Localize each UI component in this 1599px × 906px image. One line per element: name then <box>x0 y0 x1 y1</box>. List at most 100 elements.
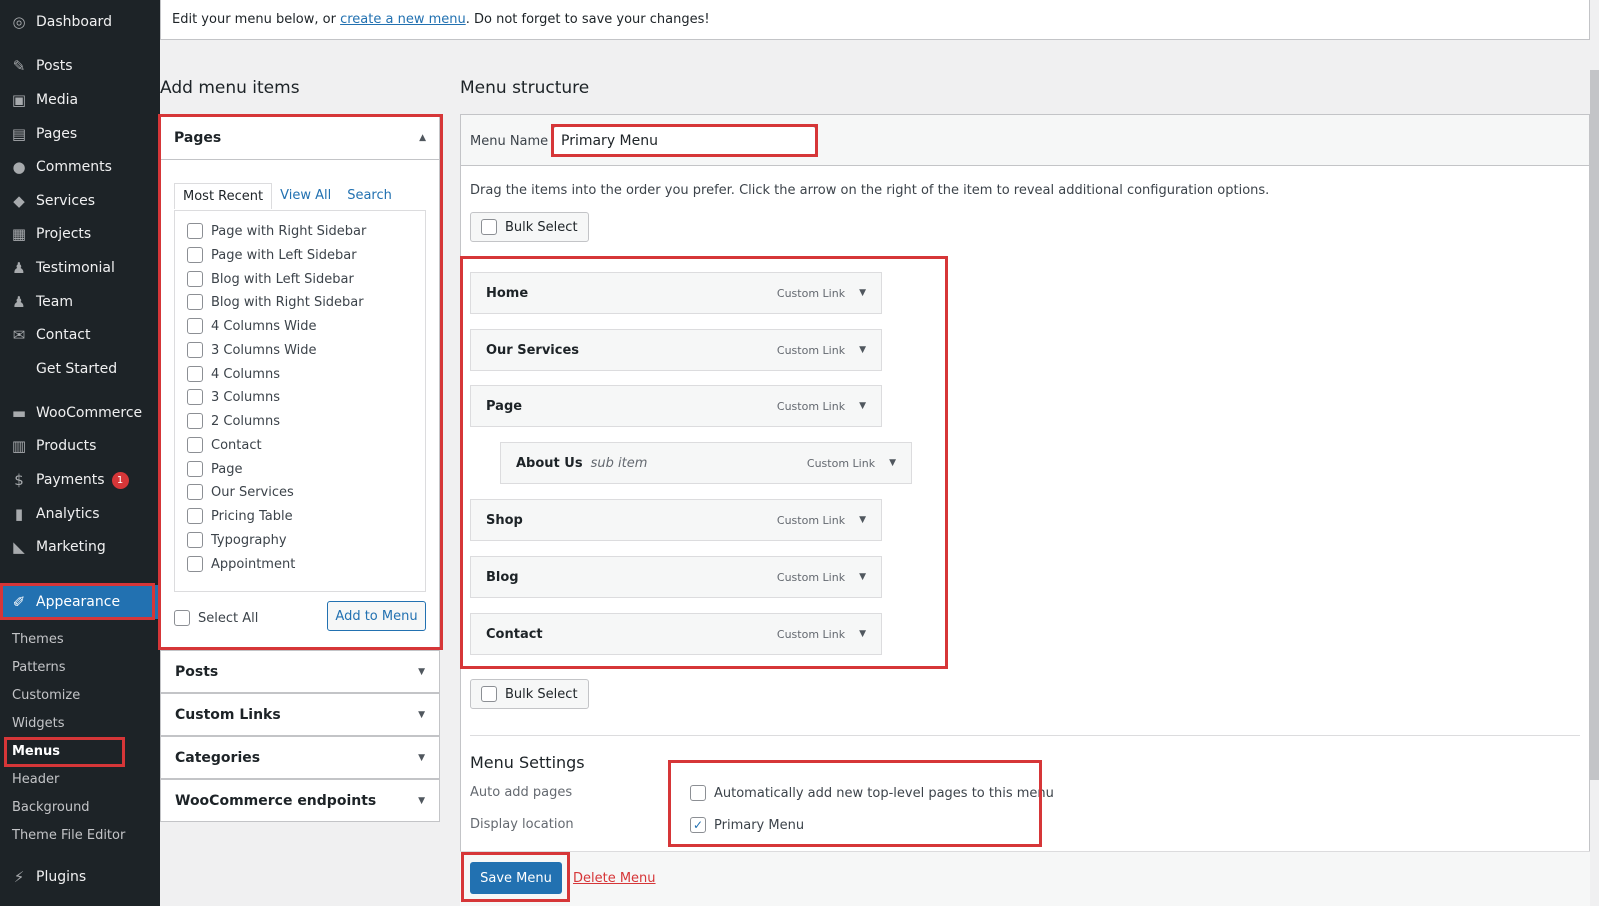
checkbox[interactable] <box>187 389 203 405</box>
sidebar-item-appearance[interactable]: ✐ Appearance <box>0 585 160 619</box>
sidebar-item-dashboard[interactable]: ◎ Dashboard <box>0 5 160 39</box>
list-item[interactable]: Page with Right Sidebar <box>187 223 366 239</box>
list-item[interactable]: Page <box>187 461 242 477</box>
bulk-select-top[interactable]: Bulk Select <box>470 212 589 242</box>
checkbox[interactable] <box>187 556 203 572</box>
checkbox[interactable] <box>187 461 203 477</box>
checkbox[interactable] <box>187 413 203 429</box>
sidebar-item-testimonial[interactable]: ♟ Testimonial <box>0 251 160 285</box>
sidebar-item-get-started[interactable]: Get Started <box>0 352 160 386</box>
woocommerce-endpoints-accordion[interactable]: WooCommerce endpoints ▼ <box>160 779 440 822</box>
tab-view-all[interactable]: View All <box>272 183 339 209</box>
list-item[interactable]: 4 Columns Wide <box>187 318 317 334</box>
sidebar-item-plugins[interactable]: ⚡ Plugins <box>0 860 160 894</box>
list-item[interactable]: 2 Columns <box>187 413 280 429</box>
add-to-menu-button[interactable]: Add to Menu <box>327 601 426 631</box>
checkbox[interactable] <box>187 247 203 263</box>
checkbox[interactable] <box>187 508 203 524</box>
checkbox[interactable] <box>187 318 203 334</box>
tab-search[interactable]: Search <box>339 183 400 209</box>
sidebar-item-services[interactable]: ◆ Services <box>0 184 160 218</box>
menu-item-shop[interactable]: Shop Custom Link ▼ <box>470 499 882 541</box>
categories-accordion[interactable]: Categories ▼ <box>160 736 440 779</box>
menu-item-home[interactable]: Home Custom Link ▼ <box>470 272 882 314</box>
list-item[interactable]: Blog with Right Sidebar <box>187 294 364 310</box>
list-item-label: Page with Right Sidebar <box>211 223 367 239</box>
sidebar-item-products[interactable]: ▥ Products <box>0 429 160 463</box>
list-item[interactable]: Typography <box>187 532 287 548</box>
checkbox[interactable] <box>187 484 203 500</box>
pages-tabs: Most Recent View All Search <box>174 183 400 209</box>
expand-arrow-icon[interactable]: ▼ <box>859 288 866 298</box>
expand-arrow-icon[interactable]: ▼ <box>859 401 866 411</box>
submenu-theme-file-editor[interactable]: Theme File Editor <box>12 828 125 843</box>
menu-item-title: Contact <box>486 626 543 642</box>
list-item[interactable]: Our Services <box>187 484 294 500</box>
submenu-menus[interactable]: Menus <box>12 744 60 759</box>
admin-sidebar: ◎ Dashboard ✎ Posts ▣ Media ▤ Pages ● Comment… <box>0 0 160 906</box>
list-item[interactable]: 4 Columns <box>187 366 280 382</box>
submenu-background[interactable]: Background <box>12 800 90 815</box>
accordion-label: Posts <box>175 663 219 680</box>
sidebar-item-team[interactable]: ♟ Team <box>0 285 160 319</box>
expand-arrow-icon[interactable]: ▼ <box>889 458 896 468</box>
submenu-widgets[interactable]: Widgets <box>12 716 65 731</box>
sidebar-item-projects[interactable]: ▦ Projects <box>0 217 160 251</box>
submenu-header[interactable]: Header <box>12 772 59 787</box>
sidebar-item-media[interactable]: ▣ Media <box>0 83 160 117</box>
expand-arrow-icon[interactable]: ▼ <box>859 629 866 639</box>
menu-item-about-us[interactable]: About Us sub item Custom Link ▼ <box>500 442 912 484</box>
expand-arrow-icon[interactable]: ▼ <box>859 345 866 355</box>
expand-arrow-icon[interactable]: ▼ <box>859 515 866 525</box>
checkbox[interactable] <box>187 223 203 239</box>
menu-item-our-services[interactable]: Our Services Custom Link ▼ <box>470 329 882 371</box>
sidebar-item-marketing[interactable]: ◣ Marketing <box>0 530 160 564</box>
menu-item-page[interactable]: Page Custom Link ▼ <box>470 385 882 427</box>
submenu-customize[interactable]: Customize <box>12 688 80 703</box>
custom-links-accordion[interactable]: Custom Links ▼ <box>160 693 440 736</box>
display-primary-option[interactable]: ✓ Primary Menu <box>690 817 804 833</box>
list-item[interactable]: Blog with Left Sidebar <box>187 271 354 287</box>
checkbox[interactable] <box>187 342 203 358</box>
menu-item-blog[interactable]: Blog Custom Link ▼ <box>470 556 882 598</box>
create-new-menu-link[interactable]: create a new menu <box>340 12 466 27</box>
checkbox[interactable] <box>187 271 203 287</box>
checkbox[interactable] <box>187 366 203 382</box>
submenu-themes[interactable]: Themes <box>12 632 64 647</box>
bulk-select-checkbox[interactable] <box>481 686 497 702</box>
save-menu-button[interactable]: Save Menu <box>470 862 562 894</box>
auto-add-checkbox[interactable] <box>690 785 706 801</box>
sidebar-item-analytics[interactable]: ▮ Analytics <box>0 497 160 531</box>
primary-menu-checkbox[interactable]: ✓ <box>690 817 706 833</box>
posts-accordion[interactable]: Posts ▼ <box>160 650 440 693</box>
menu-item-contact[interactable]: Contact Custom Link ▼ <box>470 613 882 655</box>
menu-item-title-wrap: About Us sub item <box>516 456 647 471</box>
auto-add-option[interactable]: Automatically add new top-level pages to… <box>690 785 1054 801</box>
sidebar-item-comments[interactable]: ● Comments <box>0 150 160 184</box>
list-item[interactable]: 3 Columns Wide <box>187 342 317 358</box>
expand-arrow-icon[interactable]: ▼ <box>859 572 866 582</box>
sidebar-item-pages[interactable]: ▤ Pages <box>0 117 160 151</box>
select-all-checkbox[interactable] <box>174 610 190 626</box>
list-item[interactable]: Contact <box>187 437 262 453</box>
checkbox[interactable] <box>187 437 203 453</box>
checkbox[interactable] <box>187 532 203 548</box>
bulk-select-bottom[interactable]: Bulk Select <box>470 679 589 709</box>
list-item[interactable]: Page with Left Sidebar <box>187 247 357 263</box>
sidebar-item-posts[interactable]: ✎ Posts <box>0 49 160 83</box>
sidebar-item-woocommerce[interactable]: ▬ WooCommerce <box>0 396 160 430</box>
submenu-patterns[interactable]: Patterns <box>12 660 66 675</box>
list-item[interactable]: Appointment <box>187 556 295 572</box>
list-item[interactable]: 3 Columns <box>187 389 280 405</box>
pages-accordion-header[interactable]: Pages ▲ <box>160 116 440 160</box>
tab-most-recent[interactable]: Most Recent <box>174 183 273 209</box>
sidebar-item-payments[interactable]: $ Payments 1 <box>0 463 160 497</box>
delete-menu-link[interactable]: Delete Menu <box>573 871 656 886</box>
list-item[interactable]: Pricing Table <box>187 508 293 524</box>
bulk-select-checkbox[interactable] <box>481 219 497 235</box>
checkbox[interactable] <box>187 294 203 310</box>
select-all[interactable]: Select All <box>174 610 258 626</box>
scrollbar[interactable] <box>1590 70 1599 780</box>
sidebar-item-contact[interactable]: ✉ Contact <box>0 318 160 352</box>
menu-name-input[interactable]: Primary Menu <box>553 126 816 156</box>
